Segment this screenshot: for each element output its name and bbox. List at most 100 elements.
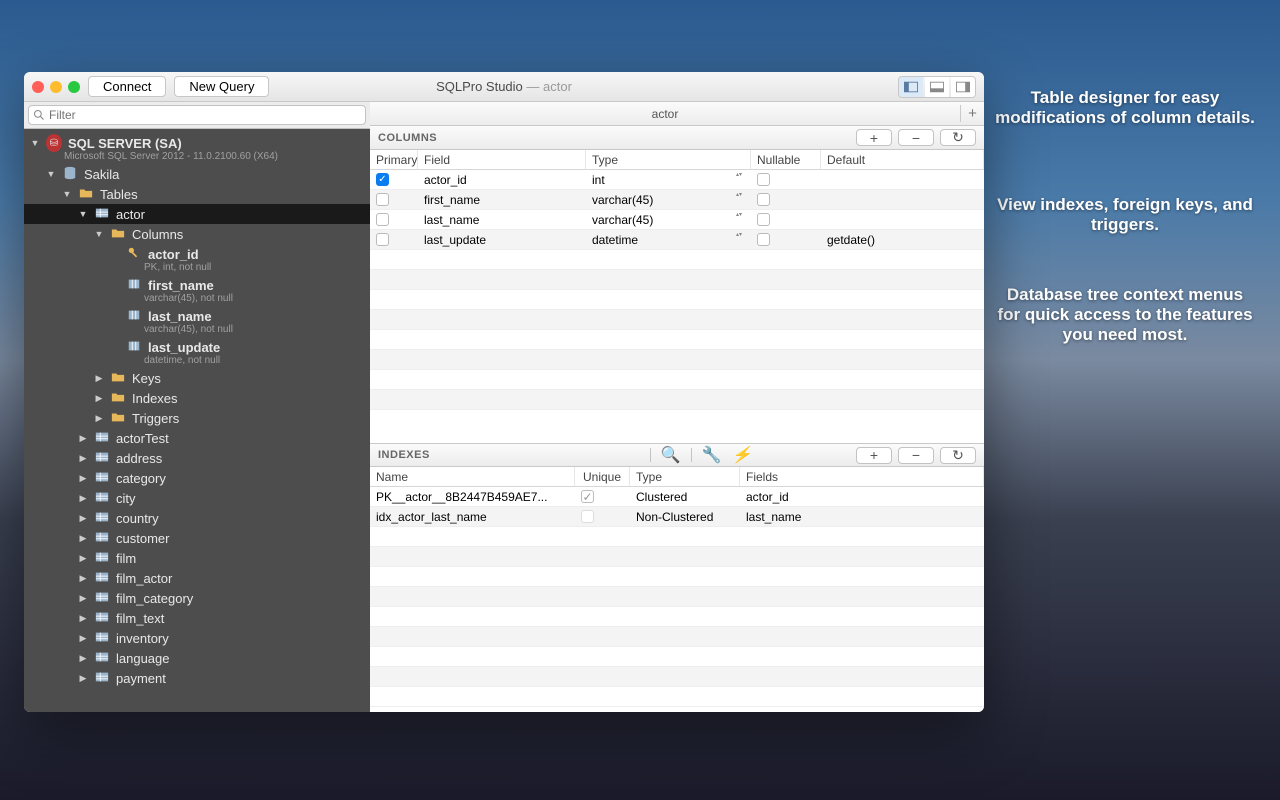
wrench-icon[interactable]: 🔧	[702, 445, 722, 465]
refresh-indexes-button[interactable]: ↻	[940, 447, 976, 464]
field-cell[interactable]: first_name	[418, 190, 586, 209]
index-row[interactable]	[370, 527, 984, 547]
add-column-button[interactable]: +	[856, 129, 892, 146]
tree-database[interactable]: ▼Sakila	[24, 164, 370, 184]
tree-table-film_text[interactable]: ▶film_text	[24, 608, 370, 628]
column-row[interactable]	[370, 390, 984, 410]
layout-right-icon[interactable]	[951, 77, 975, 97]
column-row[interactable]	[370, 350, 984, 370]
index-row[interactable]	[370, 587, 984, 607]
index-name-cell[interactable]: PK__actor__8B2447B459AE7...	[370, 487, 575, 506]
window-zoom-button[interactable]	[68, 81, 80, 93]
col-header-field[interactable]: Field	[418, 150, 586, 169]
tree-table-country[interactable]: ▶country	[24, 508, 370, 528]
index-row[interactable]	[370, 647, 984, 667]
index-row[interactable]	[370, 547, 984, 567]
window-minimize-button[interactable]	[50, 81, 62, 93]
type-cell[interactable]: varchar(45)▴▾	[586, 210, 751, 229]
column-row[interactable]	[370, 310, 984, 330]
tree-table-customer[interactable]: ▶customer	[24, 528, 370, 548]
index-row[interactable]	[370, 687, 984, 707]
stepper-icon[interactable]: ▴▾	[736, 192, 746, 199]
column-row[interactable]	[370, 370, 984, 390]
tree-table-inventory[interactable]: ▶inventory	[24, 628, 370, 648]
column-row[interactable]: last_namevarchar(45)▴▾	[370, 210, 984, 230]
default-cell[interactable]	[821, 170, 984, 189]
nullable-checkbox[interactable]	[757, 233, 770, 246]
tree-server[interactable]: ▼⛁SQL SERVER (SA)	[24, 133, 370, 153]
column-row[interactable]: first_namevarchar(45)▴▾	[370, 190, 984, 210]
stepper-icon[interactable]: ▴▾	[736, 232, 746, 239]
idx-header-type[interactable]: Type	[630, 467, 740, 486]
remove-index-button[interactable]: −	[898, 447, 934, 464]
index-fields-cell[interactable]: last_name	[740, 507, 984, 526]
refresh-columns-button[interactable]: ↻	[940, 129, 976, 146]
tree-table-language[interactable]: ▶language	[24, 648, 370, 668]
column-row[interactable]	[370, 250, 984, 270]
type-cell[interactable]: int▴▾	[586, 170, 751, 189]
connect-button[interactable]: Connect	[88, 76, 166, 97]
unique-checkbox[interactable]: ✓	[581, 490, 594, 503]
tree-table-actor[interactable]: ▼actor	[24, 204, 370, 224]
column-row[interactable]: ✓ actor_idint▴▾	[370, 170, 984, 190]
tree-column-last_update[interactable]: last_update	[24, 337, 370, 357]
column-row[interactable]	[370, 290, 984, 310]
tree-table-city[interactable]: ▶city	[24, 488, 370, 508]
unique-checkbox[interactable]	[581, 510, 594, 523]
tree-table-actorTest[interactable]: ▶actorTest	[24, 428, 370, 448]
nullable-checkbox[interactable]	[757, 173, 770, 186]
remove-column-button[interactable]: −	[898, 129, 934, 146]
col-header-primary[interactable]: Primary	[370, 150, 418, 169]
primary-checkbox[interactable]: ✓	[376, 173, 389, 186]
filter-input[interactable]	[28, 105, 366, 125]
idx-header-fields[interactable]: Fields	[740, 467, 984, 486]
index-name-cell[interactable]: idx_actor_last_name	[370, 507, 575, 526]
primary-checkbox[interactable]	[376, 233, 389, 246]
tree-column-actor_id[interactable]: actor_id	[24, 244, 370, 264]
layout-sidebar-icon[interactable]	[899, 77, 923, 97]
tab-actor[interactable]: actor	[370, 107, 960, 121]
default-cell[interactable]	[821, 190, 984, 209]
tree-column-first_name[interactable]: first_name	[24, 275, 370, 295]
layout-segment-control[interactable]	[898, 76, 976, 98]
layout-bottom-icon[interactable]	[925, 77, 949, 97]
tree-table-payment[interactable]: ▶payment	[24, 668, 370, 688]
tree-column-last_name[interactable]: last_name	[24, 306, 370, 326]
window-close-button[interactable]	[32, 81, 44, 93]
column-row[interactable]	[370, 330, 984, 350]
nullable-checkbox[interactable]	[757, 213, 770, 226]
add-index-button[interactable]: +	[856, 447, 892, 464]
field-cell[interactable]: actor_id	[418, 170, 586, 189]
nullable-checkbox[interactable]	[757, 193, 770, 206]
new-query-button[interactable]: New Query	[174, 76, 269, 97]
col-header-default[interactable]: Default	[821, 150, 984, 169]
column-row[interactable]: last_updatedatetime▴▾getdate()	[370, 230, 984, 250]
primary-checkbox[interactable]	[376, 193, 389, 206]
index-row[interactable]	[370, 567, 984, 587]
primary-checkbox[interactable]	[376, 213, 389, 226]
new-tab-button[interactable]: +	[960, 105, 984, 122]
index-type-cell[interactable]: Clustered	[630, 487, 740, 506]
field-cell[interactable]: last_update	[418, 230, 586, 249]
tree-tables-folder[interactable]: ▼Tables	[24, 184, 370, 204]
default-cell[interactable]: getdate()	[821, 230, 984, 249]
stepper-icon[interactable]: ▴▾	[736, 212, 746, 219]
type-cell[interactable]: varchar(45)▴▾	[586, 190, 751, 209]
field-cell[interactable]: last_name	[418, 210, 586, 229]
idx-header-unique[interactable]: Unique	[575, 467, 630, 486]
tree-table-address[interactable]: ▶address	[24, 448, 370, 468]
col-header-nullable[interactable]: Nullable	[751, 150, 821, 169]
tree-table-category[interactable]: ▶category	[24, 468, 370, 488]
index-fields-cell[interactable]: actor_id	[740, 487, 984, 506]
index-row[interactable]	[370, 607, 984, 627]
column-row[interactable]	[370, 270, 984, 290]
tree-table-film_actor[interactable]: ▶film_actor	[24, 568, 370, 588]
bolt-icon[interactable]: ⚡	[732, 445, 752, 465]
search-icon[interactable]: 🔍	[661, 445, 681, 465]
index-row[interactable]	[370, 627, 984, 647]
idx-header-name[interactable]: Name	[370, 467, 575, 486]
tree-table-film_category[interactable]: ▶film_category	[24, 588, 370, 608]
index-row[interactable]	[370, 667, 984, 687]
col-header-type[interactable]: Type	[586, 150, 751, 169]
index-row[interactable]: idx_actor_last_nameNon-Clusteredlast_nam…	[370, 507, 984, 527]
